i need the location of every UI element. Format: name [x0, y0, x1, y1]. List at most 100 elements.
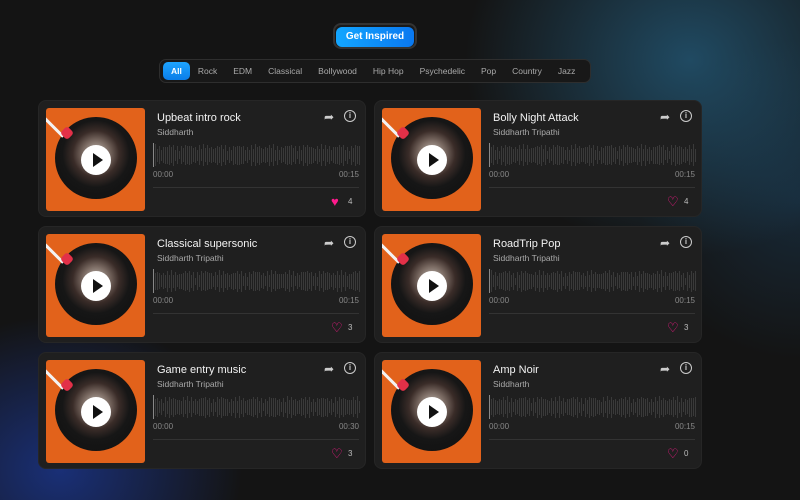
waveform-seekbar[interactable] — [153, 143, 361, 167]
play-button[interactable] — [417, 271, 447, 301]
heart-icon[interactable]: ♡ — [667, 447, 679, 460]
waveform-bar — [519, 274, 520, 288]
filter-chip-classical[interactable]: Classical — [260, 62, 310, 80]
waveform-bar — [497, 146, 498, 164]
waveform-bar — [575, 399, 576, 415]
waveform-bar — [567, 276, 568, 286]
heart-icon[interactable]: ♡ — [331, 321, 343, 334]
play-button[interactable] — [417, 397, 447, 427]
waveform-bar — [533, 148, 534, 162]
filter-chip-hip-hop[interactable]: Hip Hop — [365, 62, 412, 80]
info-icon[interactable]: i — [680, 362, 692, 374]
filter-chip-psychedelic[interactable]: Psychedelic — [412, 62, 473, 80]
heart-icon[interactable]: ♡ — [667, 195, 679, 208]
waveform-bar — [637, 276, 638, 286]
waveform-seekbar[interactable] — [153, 269, 361, 293]
play-button[interactable] — [81, 271, 111, 301]
waveform-seekbar[interactable] — [489, 395, 697, 419]
waveform-bar — [249, 399, 250, 415]
track-title: Amp Noir — [493, 364, 539, 376]
waveform-bar — [331, 399, 332, 415]
waveform-seekbar[interactable] — [489, 269, 697, 293]
waveform-bar — [219, 399, 220, 415]
filter-chip-bollywood[interactable]: Bollywood — [310, 62, 365, 80]
play-button[interactable] — [81, 397, 111, 427]
waveform-bar — [217, 397, 218, 417]
waveform-bar — [523, 144, 524, 166]
track-card: Bolly Night Attack Siddharth Tripathi ➦ … — [374, 100, 702, 217]
waveform-bar — [527, 145, 528, 165]
waveform-bar — [581, 275, 582, 287]
waveform-bar — [577, 272, 578, 290]
filter-chip-edm[interactable]: EDM — [225, 62, 260, 80]
waveform-bar — [287, 273, 288, 289]
info-icon[interactable]: i — [344, 236, 356, 248]
filter-chip-pop[interactable]: Pop — [473, 62, 504, 80]
heart-icon[interactable]: ♡ — [331, 447, 343, 460]
heart-icon[interactable]: ♡ — [667, 321, 679, 334]
waveform-bar — [223, 148, 224, 162]
play-button[interactable] — [81, 145, 111, 175]
heart-icon[interactable]: ♥ — [331, 195, 339, 208]
waveform-bar — [203, 398, 204, 416]
info-icon[interactable]: i — [680, 236, 692, 248]
waveform-bar — [333, 272, 334, 290]
waveform-bar — [239, 145, 240, 165]
share-icon[interactable]: ➦ — [324, 110, 334, 124]
filter-chip-rock[interactable]: Rock — [190, 62, 225, 80]
info-icon[interactable]: i — [344, 362, 356, 374]
waveform-bar — [327, 148, 328, 162]
waveform-bar — [619, 274, 620, 288]
waveform-bar — [261, 147, 262, 163]
share-icon[interactable]: ➦ — [324, 362, 334, 376]
waveform-bar — [505, 271, 506, 291]
info-icon[interactable]: i — [344, 110, 356, 122]
waveform-bar — [669, 399, 670, 415]
share-icon[interactable]: ➦ — [324, 236, 334, 250]
waveform-bar — [175, 271, 176, 291]
waveform-bar — [571, 398, 572, 416]
waveform-bar — [557, 270, 558, 292]
waveform-bar — [271, 270, 272, 292]
share-icon[interactable]: ➦ — [660, 110, 670, 124]
share-icon[interactable]: ➦ — [660, 362, 670, 376]
get-inspired-button[interactable]: Get Inspired — [336, 26, 414, 47]
waveform-bar — [617, 400, 618, 414]
waveform-bar — [685, 277, 686, 285]
waveform-bar — [529, 148, 530, 162]
waveform-seekbar[interactable] — [153, 395, 361, 419]
waveform-bar — [287, 396, 288, 418]
filter-chip-jazz[interactable]: Jazz — [550, 62, 583, 80]
waveform-bar — [519, 145, 520, 165]
current-time: 00:00 — [489, 422, 510, 431]
waveform-bar — [191, 274, 192, 288]
waveform-bar — [251, 398, 252, 416]
waveform-bar — [235, 396, 236, 418]
waveform-bar — [269, 275, 270, 287]
waveform-seekbar[interactable] — [489, 143, 697, 167]
waveform-bar — [255, 144, 256, 166]
waveform-bar — [339, 145, 340, 165]
waveform-bar — [159, 401, 160, 413]
info-icon[interactable]: i — [680, 110, 692, 122]
waveform-bar — [331, 149, 332, 161]
waveform-bar — [301, 272, 302, 290]
waveform-bar — [153, 269, 154, 293]
filter-chip-country[interactable]: Country — [504, 62, 550, 80]
waveform-bar — [675, 271, 676, 291]
waveform-bar — [595, 150, 596, 160]
waveform-bar — [289, 146, 290, 164]
waveform-bar — [609, 400, 610, 414]
waveform-bar — [539, 270, 540, 292]
waveform-bar — [607, 396, 608, 418]
track-artist: Siddharth — [157, 127, 194, 137]
filter-chip-all[interactable]: All — [163, 62, 190, 80]
play-button[interactable] — [417, 145, 447, 175]
share-icon[interactable]: ➦ — [660, 236, 670, 250]
waveform-bar — [299, 146, 300, 164]
waveform-bar — [611, 396, 612, 418]
waveform-bar — [561, 147, 562, 163]
waveform-bar — [357, 146, 358, 164]
waveform-bar — [269, 144, 270, 166]
waveform-bar — [153, 395, 154, 419]
